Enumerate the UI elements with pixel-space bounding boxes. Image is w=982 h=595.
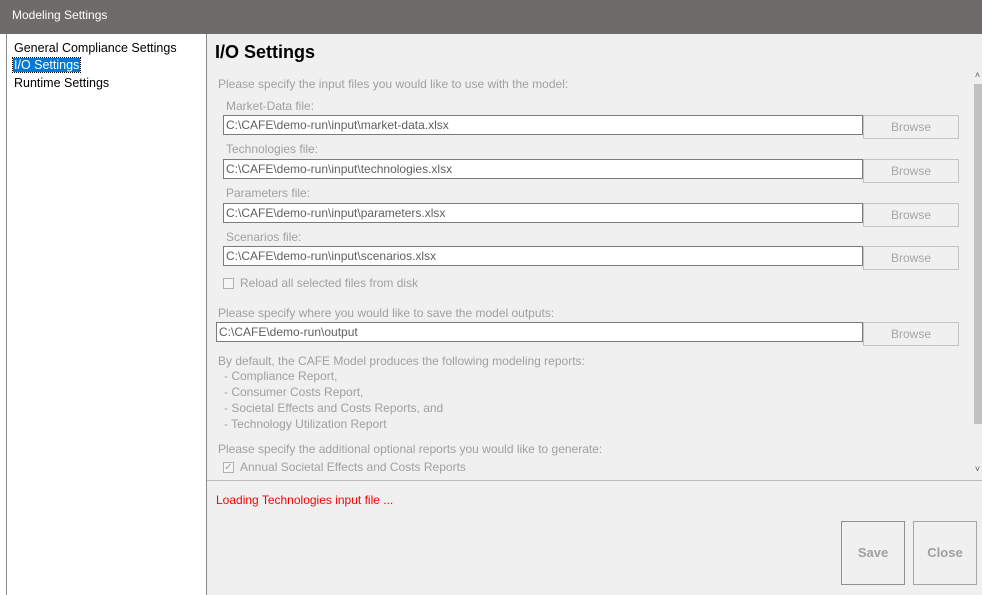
annual-societal-checkbox[interactable]: ✓ [223, 462, 234, 473]
technologies-browse-button[interactable]: Browse [863, 159, 959, 183]
window-title-bar: Modeling Settings [0, 0, 982, 34]
sidebar-item-io-settings[interactable]: I/O Settings [11, 57, 82, 73]
close-button[interactable]: Close [913, 521, 977, 585]
output-path-field[interactable]: C:\CAFE\demo-run\output [216, 322, 863, 342]
status-message: Loading Technologies input file ... [216, 493, 394, 507]
parameters-browse-button[interactable]: Browse [863, 203, 959, 227]
scrollbar-thumb[interactable] [974, 84, 982, 424]
output-browse-button[interactable]: Browse [863, 322, 959, 346]
sidebar-item-runtime-settings[interactable]: Runtime Settings [13, 76, 110, 90]
market-data-label: Market-Data file: [226, 99, 315, 113]
settings-sidebar: General Compliance Settings I/O Settings… [6, 34, 207, 595]
report-item: - Consumer Costs Report, [224, 385, 364, 399]
io-panel-scrollbar[interactable]: ˄ ˅ [973, 68, 982, 478]
reports-intro: By default, the CAFE Model produces the … [218, 354, 585, 368]
window-title: Modeling Settings [12, 8, 108, 22]
scenarios-label: Scenarios file: [226, 230, 302, 244]
technologies-field[interactable]: C:\CAFE\demo-run\input\technologies.xlsx [223, 159, 863, 179]
scenarios-browse-button[interactable]: Browse [863, 246, 959, 270]
report-item: - Societal Effects and Costs Reports, an… [224, 401, 444, 415]
reload-files-label: Reload all selected files from disk [240, 276, 419, 290]
parameters-field[interactable]: C:\CAFE\demo-run\input\parameters.xlsx [223, 203, 863, 223]
scroll-down-arrow-icon[interactable]: ˅ [973, 464, 982, 476]
page-title: I/O Settings [215, 42, 316, 62]
save-button[interactable]: Save [841, 521, 905, 585]
optional-reports-intro: Please specify the additional optional r… [218, 442, 603, 456]
scroll-up-arrow-icon[interactable]: ˄ [973, 70, 982, 82]
reload-files-checkbox[interactable] [223, 278, 234, 289]
input-files-intro: Please specify the input files you would… [218, 77, 569, 91]
annual-societal-label: Annual Societal Effects and Costs Report… [240, 460, 466, 474]
market-data-field[interactable]: C:\CAFE\demo-run\input\market-data.xlsx [223, 115, 863, 135]
report-item: - Technology Utilization Report [224, 417, 387, 431]
output-intro: Please specify where you would like to s… [218, 306, 555, 320]
parameters-label: Parameters file: [226, 186, 311, 200]
sidebar-item-general-compliance[interactable]: General Compliance Settings [13, 41, 178, 55]
market-data-browse-button[interactable]: Browse [863, 115, 959, 139]
io-settings-panel: I/O Settings Please specify the input fi… [207, 34, 982, 480]
scenarios-field[interactable]: C:\CAFE\demo-run\input\scenarios.xlsx [223, 246, 863, 266]
bottom-panel: Loading Technologies input file ... Save… [207, 480, 982, 595]
technologies-label: Technologies file: [226, 142, 319, 156]
report-item: - Compliance Report, [224, 369, 338, 383]
